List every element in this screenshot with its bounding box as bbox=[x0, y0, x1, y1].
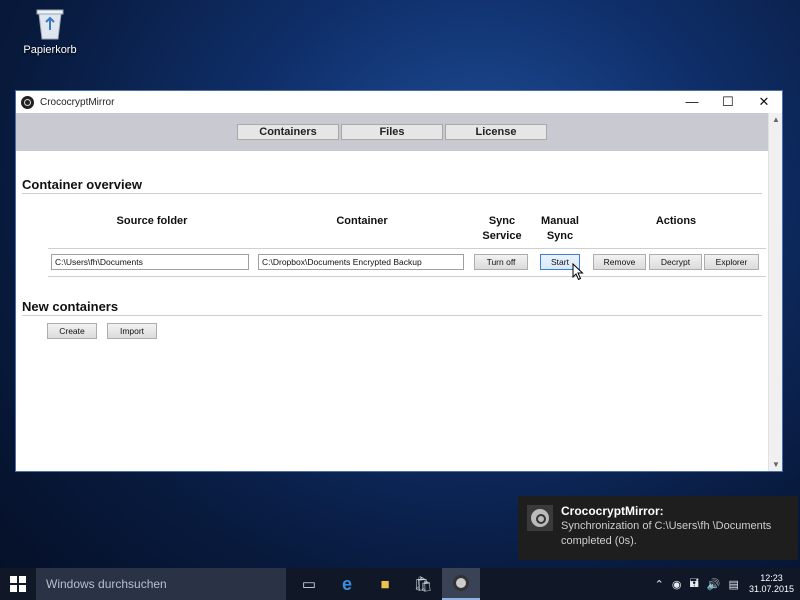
taskbar-search-box[interactable]: Windows durchsuchen bbox=[36, 568, 286, 600]
main-content: Containers Files License Container overv… bbox=[16, 113, 768, 471]
tab-bar: Containers Files License bbox=[16, 113, 768, 151]
divider bbox=[22, 315, 762, 316]
start-button[interactable] bbox=[0, 568, 36, 600]
notification-body: Synchronization of C:\Users\fh \Document… bbox=[561, 520, 772, 547]
recycle-bin-desktop-icon[interactable]: Papierkorb bbox=[22, 6, 78, 56]
maximize-icon[interactable]: ☐ bbox=[710, 91, 746, 113]
create-button[interactable]: Create bbox=[47, 323, 97, 339]
windows-logo-icon bbox=[10, 576, 26, 592]
sync-notification[interactable]: CrococryptMirror: Synchronization of C:\… bbox=[518, 496, 798, 560]
vertical-scrollbar[interactable]: ▲ ▼ bbox=[768, 113, 782, 471]
recycle-bin-icon bbox=[35, 6, 65, 40]
explorer-button[interactable]: Explorer bbox=[704, 254, 759, 270]
column-manual-sync: Manual Sync bbox=[541, 215, 579, 242]
tab-license[interactable]: License bbox=[445, 124, 547, 140]
tab-files[interactable]: Files bbox=[341, 124, 443, 140]
app-logo-icon bbox=[527, 505, 553, 531]
app-logo-icon bbox=[21, 95, 34, 109]
window-controls: — ☐ ✕ bbox=[674, 91, 782, 113]
decrypt-button[interactable]: Decrypt bbox=[649, 254, 702, 270]
row-divider-bottom bbox=[48, 276, 766, 277]
scroll-down-icon[interactable]: ▼ bbox=[769, 460, 783, 469]
crococryptmirror-taskbar-icon[interactable] bbox=[442, 568, 480, 600]
store-icon[interactable]: 🛍 bbox=[404, 568, 442, 600]
window-title: CrococryptMirror bbox=[40, 96, 115, 108]
column-actions: Actions bbox=[655, 215, 697, 227]
column-source-folder: Source folder bbox=[116, 215, 188, 227]
app-window: CrococryptMirror — ☐ ✕ Containers Files … bbox=[15, 90, 783, 472]
column-container: Container bbox=[336, 215, 388, 227]
new-containers-heading: New containers bbox=[22, 299, 119, 314]
title-bar[interactable]: CrococryptMirror — ☐ ✕ bbox=[16, 91, 782, 113]
close-icon[interactable]: ✕ bbox=[746, 91, 782, 113]
task-view-icon[interactable]: ▭ bbox=[290, 568, 328, 600]
scroll-up-icon[interactable]: ▲ bbox=[769, 115, 783, 124]
mouse-cursor-icon bbox=[572, 263, 584, 281]
column-sync-service: Sync Service bbox=[482, 215, 522, 242]
system-tray: ⌃ ◉ 🖬 🔊 ▤ 12:23 31.07.2015 bbox=[651, 568, 800, 600]
clock[interactable]: 12:23 31.07.2015 bbox=[749, 573, 794, 595]
container-path-field[interactable]: C:\Dropbox\Documents Encrypted Backup bbox=[258, 254, 464, 270]
import-button[interactable]: Import bbox=[107, 323, 157, 339]
clock-date: 31.07.2015 bbox=[748, 584, 794, 594]
minimize-icon[interactable]: — bbox=[674, 91, 710, 113]
taskbar: Windows durchsuchen ▭ e ■ 🛍 ⌃ ◉ 🖬 🔊 ▤ 12… bbox=[0, 568, 800, 600]
tab-containers[interactable]: Containers bbox=[237, 124, 339, 140]
row-divider-top bbox=[48, 248, 766, 249]
volume-icon[interactable]: 🔊 bbox=[707, 578, 721, 591]
recycle-bin-label: Papierkorb bbox=[23, 44, 77, 56]
edge-browser-icon[interactable]: e bbox=[328, 568, 366, 600]
source-folder-field[interactable]: C:\Users\fh\Documents bbox=[51, 254, 249, 270]
notification-title: CrococryptMirror: bbox=[561, 504, 664, 518]
chevron-up-icon[interactable]: ⌃ bbox=[655, 578, 664, 591]
action-center-icon[interactable]: ▤ bbox=[729, 578, 739, 591]
turn-off-sync-button[interactable]: Turn off bbox=[474, 254, 528, 270]
app-tray-icon[interactable]: ◉ bbox=[672, 578, 682, 591]
divider bbox=[22, 193, 762, 194]
network-icon[interactable]: 🖬 bbox=[689, 575, 698, 594]
remove-button[interactable]: Remove bbox=[593, 254, 646, 270]
container-overview-heading: Container overview bbox=[22, 177, 142, 192]
clock-time: 12:23 bbox=[760, 573, 783, 583]
file-explorer-icon[interactable]: ■ bbox=[366, 568, 404, 600]
